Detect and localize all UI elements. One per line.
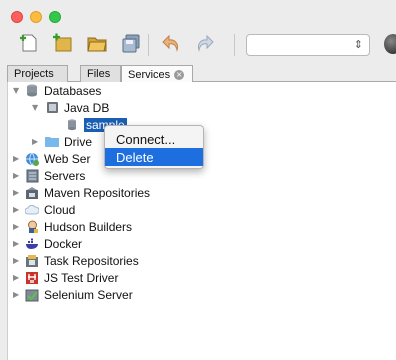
tab-projects-label: Projects	[14, 68, 54, 80]
tree-item-label: Docker	[44, 236, 83, 251]
tab-services-label: Services	[128, 68, 171, 81]
tree-item-label: Selenium Server	[44, 287, 133, 302]
tree-item-servers[interactable]: Servers	[25, 167, 85, 184]
collapsed-triangle-icon[interactable]: ▶	[13, 240, 21, 248]
database-icon	[65, 118, 79, 132]
database-icon	[25, 84, 39, 98]
java-db-icon	[45, 101, 59, 115]
panel-tabs: Projects Files Services ×	[7, 65, 396, 83]
main-toolbar: ⇕	[0, 26, 396, 64]
redo-icon[interactable]	[192, 30, 218, 56]
web-services-icon	[25, 152, 39, 166]
collapsed-triangle-icon[interactable]: ▶	[13, 189, 21, 197]
tree-item-js-test-driver[interactable]: JS Test Driver	[25, 269, 118, 286]
close-tab-icon[interactable]: ×	[174, 69, 185, 80]
maximize-window-button[interactable]	[49, 11, 61, 23]
tab-files[interactable]: Files	[80, 65, 121, 82]
tree-item-label: Cloud	[44, 202, 76, 217]
toolbar-separator	[148, 34, 149, 56]
toolbar-separator	[234, 34, 235, 56]
tree-item-label: Databases	[44, 83, 102, 98]
servers-icon	[25, 169, 39, 183]
close-window-button[interactable]	[11, 11, 23, 23]
tree-item-web-services[interactable]: Web Ser	[25, 150, 90, 167]
select-arrows-icon: ⇕	[353, 38, 363, 51]
tree-item-selenium-server[interactable]: Selenium Server	[25, 286, 133, 303]
collapsed-triangle-icon[interactable]: ▶	[13, 291, 21, 299]
minimize-window-button[interactable]	[30, 11, 42, 23]
new-project-icon[interactable]	[50, 30, 76, 56]
maven-repositories-icon	[25, 186, 39, 200]
tree-item-hudson-builders[interactable]: Hudson Builders	[25, 218, 132, 235]
tree-item-label: JS Test Driver	[44, 270, 119, 285]
hudson-builders-icon	[25, 220, 39, 234]
menu-item-label: Connect...	[116, 131, 176, 147]
tree-item-label: Task Repositories	[44, 253, 139, 268]
tree-item-docker[interactable]: Docker	[25, 235, 82, 252]
task-repositories-icon	[25, 254, 39, 268]
collapsed-triangle-icon[interactable]: ▶	[13, 172, 21, 180]
context-menu: Connect... Delete	[104, 125, 204, 169]
tree-item-label: Hudson Builders	[44, 219, 133, 234]
tab-services[interactable]: Services ×	[121, 65, 193, 83]
open-project-icon[interactable]	[84, 30, 110, 56]
cloud-icon	[25, 203, 39, 217]
tree-item-java-db[interactable]: Java DB	[45, 99, 109, 116]
configuration-select[interactable]: ⇕	[246, 34, 370, 56]
tree-item-task-repositories[interactable]: Task Repositories	[25, 252, 139, 269]
collapsed-triangle-icon[interactable]: ▶	[13, 223, 21, 231]
menu-item-label: Delete	[116, 149, 154, 165]
services-tree: ▼ Databases ▼ Java DB sample ▶	[7, 82, 396, 360]
menu-item-delete[interactable]: Delete	[105, 148, 203, 166]
save-all-icon[interactable]	[118, 30, 144, 56]
ide-window: ⇕ Projects Files Services × ▼ Databases …	[0, 0, 396, 360]
selenium-server-icon	[25, 288, 39, 302]
title-bar	[0, 0, 396, 26]
folder-icon	[45, 135, 59, 149]
menu-item-connect[interactable]: Connect...	[105, 130, 203, 148]
docker-icon	[25, 237, 39, 251]
new-file-icon[interactable]	[16, 30, 42, 56]
tree-item-label: Maven Repositories	[44, 185, 151, 200]
tree-item-cloud[interactable]: Cloud	[25, 201, 75, 218]
collapsed-triangle-icon[interactable]: ▶	[13, 274, 21, 282]
tree-item-maven-repositories[interactable]: Maven Repositories	[25, 184, 150, 201]
undo-icon[interactable]	[158, 30, 184, 56]
js-test-driver-icon	[25, 271, 39, 285]
collapsed-triangle-icon[interactable]: ▶	[13, 155, 21, 163]
expanded-triangle-icon[interactable]: ▼	[32, 104, 40, 112]
tree-item-drivers[interactable]: Drive	[45, 133, 92, 150]
collapsed-triangle-icon[interactable]: ▶	[13, 257, 21, 265]
run-icon[interactable]	[384, 34, 396, 54]
tree-item-label: Servers	[44, 168, 86, 183]
collapsed-triangle-icon[interactable]: ▶	[32, 138, 40, 146]
tree-item-databases[interactable]: Databases	[25, 82, 101, 99]
tree-item-label: Java DB	[64, 100, 110, 115]
tree-item-label: Drive	[64, 134, 93, 149]
tree-item-label: Web Ser	[44, 151, 91, 166]
tab-files-label: Files	[87, 68, 111, 80]
collapsed-triangle-icon[interactable]: ▶	[13, 206, 21, 214]
tab-projects[interactable]: Projects	[7, 65, 68, 82]
expanded-triangle-icon[interactable]: ▼	[13, 87, 21, 95]
